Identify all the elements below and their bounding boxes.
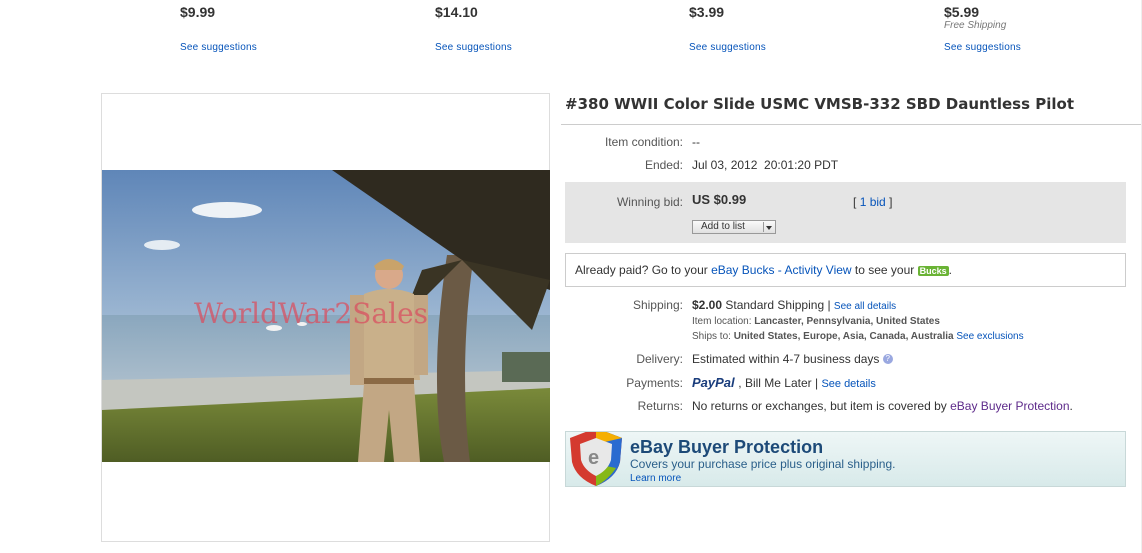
delivery-value: Estimated within 4-7 business days	[692, 352, 880, 366]
see-suggestions-link[interactable]: See suggestions	[944, 42, 1021, 53]
add-to-list-label: Add to list	[701, 221, 745, 232]
svg-text:e: e	[588, 447, 599, 469]
suggestion-item-3: $3.99 See suggestions	[689, 4, 889, 53]
item-location-label: Item location:	[692, 316, 752, 327]
buyer-protection-link[interactable]: eBay Buyer Protection	[950, 399, 1069, 413]
item-title: #380 WWII Color Slide USMC VMSB-332 SBD …	[565, 95, 1075, 113]
already-paid-prefix: Already paid? Go to your	[575, 263, 712, 277]
suggestion-item-2: $14.10 See suggestions	[435, 4, 635, 53]
bid-count: [ 1 bid ]	[853, 195, 892, 209]
buyer-protection-banner[interactable]: e eBay Buyer Protection Covers your purc…	[565, 431, 1126, 487]
shipping-method: Standard Shipping |	[725, 298, 831, 312]
already-paid-end: .	[948, 263, 952, 277]
info-icon[interactable]: ?	[882, 354, 893, 364]
returns-line: No returns or exchanges, but item is cov…	[692, 399, 1073, 413]
learn-more-link[interactable]: Learn more	[630, 473, 681, 484]
protection-subtitle: Covers your purchase price plus original…	[630, 457, 896, 471]
see-all-details-link[interactable]: See all details	[834, 301, 896, 312]
item-location-value: Lancaster, Pennsylvania, United States	[754, 316, 940, 327]
see-suggestions-link[interactable]: See suggestions	[435, 42, 512, 53]
ships-to-value: United States, Europe, Asia, Canada, Aus…	[733, 331, 954, 342]
bid-history-link[interactable]: 1 bid	[860, 195, 886, 209]
ebay-bucks-link[interactable]: eBay Bucks - Activity View	[711, 263, 852, 277]
suggestion-price: $9.99	[180, 4, 216, 20]
ships-to-label: Ships to:	[692, 331, 731, 342]
suggestion-item-1: $9.99 See suggestions	[180, 4, 380, 53]
shipping-line: $2.00 Standard Shipping | See all detail…	[692, 298, 896, 312]
ended-label: Ended:	[644, 158, 683, 172]
returns-value: No returns or exchanges, but item is cov…	[692, 399, 951, 413]
photo-watermark: WorldWar2Sales	[194, 297, 428, 330]
item-photo[interactable]: WorldWar2Sales	[102, 170, 550, 462]
suggestion-item-4: $5.99 Free Shipping See suggestions	[944, 4, 1134, 53]
dropdown-arrow-icon[interactable]	[766, 226, 772, 230]
shipping-cost: $2.00	[692, 298, 723, 312]
shipping-label: Shipping:	[632, 298, 683, 312]
suggestion-price: $3.99	[689, 4, 725, 20]
paypal-logo: PayPal	[692, 375, 738, 390]
add-to-list-button[interactable]: Add to list	[692, 220, 776, 234]
already-paid-text: Already paid? Go to your eBay Bucks - Ac…	[575, 263, 952, 277]
see-suggestions-link[interactable]: See suggestions	[180, 42, 257, 53]
title-divider	[561, 124, 1142, 125]
already-paid-suffix: to see your	[851, 263, 918, 277]
bid-panel	[565, 182, 1126, 243]
see-exclusions-link[interactable]: See exclusions	[956, 331, 1023, 342]
condition-value: --	[692, 135, 700, 149]
paypal-text: PayPal	[692, 375, 735, 390]
winning-bid-label: Winning bid:	[616, 195, 683, 209]
suggestion-price: $5.99	[944, 4, 980, 20]
suggestion-price: $14.10	[435, 4, 478, 20]
item-location: Item location: Lancaster, Pennsylvania, …	[692, 316, 940, 327]
delivery-label: Delivery:	[636, 352, 683, 366]
bid-count-open: [	[853, 195, 857, 209]
bid-count-close: ]	[889, 195, 893, 209]
payments-rest: , Bill Me Later |	[738, 376, 819, 390]
delivery-line: Estimated within 4-7 business days ?	[692, 352, 893, 366]
bucks-badge: Bucks	[917, 266, 949, 276]
suggestion-shipping: Free Shipping	[944, 20, 1007, 31]
ships-to: Ships to: United States, Europe, Asia, C…	[692, 331, 1024, 342]
protection-title: eBay Buyer Protection	[630, 437, 824, 457]
suggestion-shipping	[435, 20, 635, 33]
payments-line: PayPal , Bill Me Later | See details	[692, 375, 876, 390]
photo-illustration: WorldWar2Sales	[102, 170, 550, 462]
suggestion-shipping	[689, 20, 889, 33]
already-paid-box: Already paid? Go to your eBay Bucks - Ac…	[565, 253, 1126, 287]
suggestion-shipping	[180, 20, 380, 33]
winning-bid-value: US $0.99	[692, 192, 747, 207]
add-to-list-divider	[763, 222, 764, 232]
see-suggestions-link[interactable]: See suggestions	[689, 42, 766, 53]
shield-icon: e	[570, 432, 622, 486]
condition-label: Item condition:	[604, 135, 683, 149]
returns-label: Returns:	[637, 399, 683, 413]
payments-details-link[interactable]: See details	[821, 378, 875, 390]
payments-label: Payments:	[626, 376, 683, 390]
returns-end: .	[1069, 399, 1073, 413]
ended-value: Jul 03, 2012 20:01:20 PDT	[692, 158, 839, 172]
